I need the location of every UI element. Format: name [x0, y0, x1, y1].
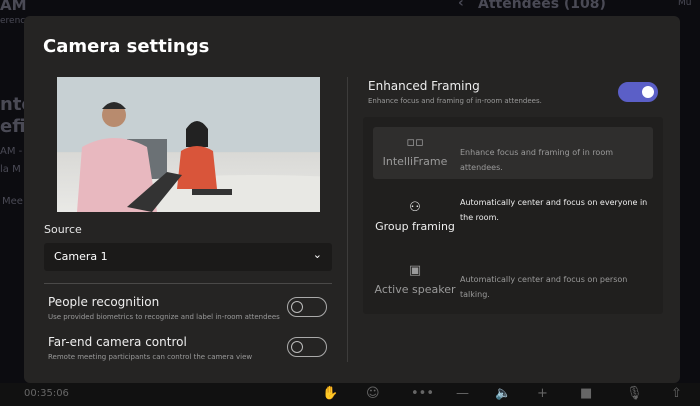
bg-text: efi	[0, 116, 26, 137]
attendees-title: Attendees (108)	[478, 0, 606, 12]
people-recognition-subtitle: Use provided biometrics to recognize and…	[48, 313, 280, 321]
enhanced-framing-title: Enhanced Framing	[368, 79, 480, 93]
camera-preview-image	[57, 77, 320, 212]
call-timer: 00:35:06	[24, 388, 69, 399]
bg-text: la M	[0, 164, 21, 175]
raise-hand-icon[interactable]: ✋	[322, 386, 338, 401]
mode-intelliframe[interactable]: ▫▫ IntelliFrame Enhance focus and framin…	[373, 127, 653, 179]
source-label: Source	[44, 223, 82, 236]
source-dropdown[interactable]: Camera 1 ⌄	[44, 243, 332, 271]
framing-modes-panel: ▫▫ IntelliFrame Enhance focus and framin…	[363, 117, 663, 314]
divider	[44, 283, 332, 284]
camera-icon[interactable]: ■	[580, 386, 592, 401]
bg-text: AM -	[0, 146, 23, 157]
chevron-down-icon: ⌄	[312, 248, 322, 261]
mode-name: IntelliFrame	[382, 155, 448, 168]
source-value: Camera 1	[54, 250, 108, 263]
mode-group-framing[interactable]: ⚇ Group framing Automatically center and…	[373, 192, 653, 244]
mode-name: Active speaker	[374, 283, 456, 296]
mode-description: Automatically center and focus on everyo…	[460, 198, 648, 222]
call-control-bar: 00:35:06 ✋ ☺ ••• — 🔈 + ■ 🎙 ⇧	[0, 383, 700, 406]
enhanced-framing-toggle[interactable]	[618, 82, 658, 102]
people-recognition-toggle[interactable]	[287, 297, 327, 317]
people-recognition-title: People recognition	[48, 295, 160, 309]
mode-active-speaker[interactable]: ▣ Active speaker Automatically center an…	[373, 255, 653, 307]
enhanced-framing-subtitle: Enhance focus and framing of in-room att…	[368, 97, 542, 105]
bg-text: Mee	[2, 196, 23, 207]
grid-icon: ▫▫	[406, 135, 424, 150]
mode-description: Enhance focus and framing of in room att…	[460, 148, 614, 172]
volume-up-icon[interactable]: +	[537, 386, 548, 401]
far-end-camera-toggle[interactable]	[287, 337, 327, 357]
more-icon[interactable]: •••	[411, 386, 434, 401]
vertical-divider	[347, 77, 348, 362]
mode-name: Group framing	[375, 220, 455, 233]
mode-description: Automatically center and focus on person…	[460, 275, 628, 299]
share-icon[interactable]: ⇧	[671, 386, 682, 401]
group-icon: ⚇	[409, 200, 421, 215]
microphone-icon[interactable]: 🎙	[626, 386, 643, 401]
emoji-icon[interactable]: ☺	[366, 386, 380, 401]
back-chevron-icon[interactable]: ‹	[458, 0, 464, 11]
speaker-icon[interactable]: 🔈	[495, 386, 511, 401]
far-end-camera-title: Far-end camera control	[48, 335, 187, 349]
person-frame-icon: ▣	[408, 263, 422, 278]
camera-settings-dialog: Camera settings Source Camera 1 ⌄ People…	[24, 16, 680, 383]
volume-down-icon[interactable]: —	[456, 386, 469, 401]
dialog-title: Camera settings	[43, 36, 210, 57]
bg-text: Mu	[678, 0, 692, 8]
bg-time: AM	[0, 0, 27, 14]
camera-preview	[57, 77, 320, 212]
far-end-camera-subtitle: Remote meeting participants can control …	[48, 353, 253, 361]
bg-text: erenc	[0, 16, 26, 26]
